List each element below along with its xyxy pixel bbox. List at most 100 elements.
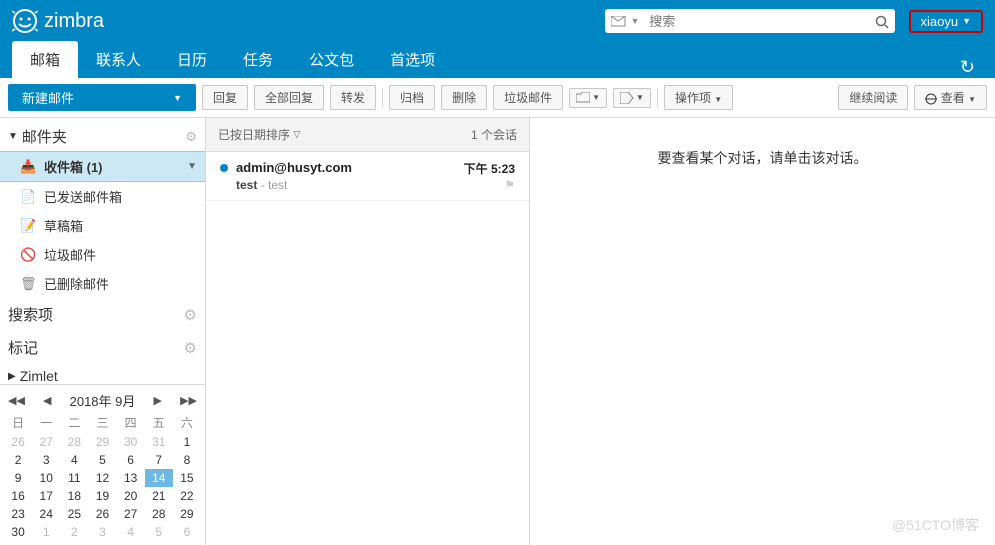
trash-icon: 🗑 [20, 276, 36, 292]
cal-day[interactable]: 27 [117, 505, 145, 523]
search-icon[interactable] [875, 13, 889, 29]
tag-button[interactable]: ▼ [613, 88, 651, 108]
spam-button[interactable]: 垃圾邮件 [493, 85, 563, 110]
cal-day[interactable]: 23 [4, 505, 32, 523]
cal-title: 2018年 9月 [70, 391, 136, 410]
cal-day[interactable]: 11 [60, 469, 88, 487]
cal-day[interactable]: 4 [117, 523, 145, 541]
cal-day[interactable]: 24 [32, 505, 60, 523]
tab-邮箱[interactable]: 邮箱 [12, 41, 78, 78]
gear-icon[interactable]: ⚙ [185, 129, 197, 145]
cal-day[interactable]: 30 [4, 523, 32, 541]
view-button[interactable]: 查看 ▼ [914, 85, 987, 110]
cal-day[interactable]: 4 [60, 451, 88, 469]
toolbar: 新建邮件 ▼ 回复 全部回复 转发 归档 删除 垃圾邮件 ▼ ▼ 操作项 ▼ 继… [0, 78, 995, 118]
sidebar-item-draft[interactable]: 📝草稿箱 [0, 211, 205, 240]
cal-day[interactable]: 2 [60, 523, 88, 541]
cal-day[interactable]: 28 [60, 433, 88, 451]
actions-button[interactable]: 操作项 ▼ [664, 85, 733, 110]
cal-day[interactable]: 5 [145, 523, 173, 541]
tab-任务[interactable]: 任务 [225, 41, 291, 78]
folder-move-button[interactable]: ▼ [569, 88, 607, 108]
sort-dir-icon: ▽ [293, 129, 300, 140]
cal-day[interactable]: 2 [4, 451, 32, 469]
cal-day[interactable]: 3 [88, 523, 116, 541]
watermark: @51CTO博客 [892, 515, 979, 535]
cal-day[interactable]: 7 [145, 451, 173, 469]
cal-day[interactable]: 6 [173, 523, 201, 541]
cal-day[interactable]: 8 [173, 451, 201, 469]
cal-day[interactable]: 30 [117, 433, 145, 451]
cal-day[interactable]: 18 [60, 487, 88, 505]
cal-day[interactable]: 22 [173, 487, 201, 505]
cal-day[interactable]: 12 [88, 469, 116, 487]
cal-day[interactable]: 15 [173, 469, 201, 487]
cal-prev-year[interactable]: ◀◀ [8, 394, 25, 407]
reply-button[interactable]: 回复 [202, 85, 248, 110]
cal-day[interactable]: 9 [4, 469, 32, 487]
tab-日历[interactable]: 日历 [159, 41, 225, 78]
cal-day[interactable]: 10 [32, 469, 60, 487]
cal-day[interactable]: 28 [145, 505, 173, 523]
delete-button[interactable]: 删除 [441, 85, 487, 110]
message-item[interactable]: admin@husyt.com下午 5:23test - test⚑ [206, 152, 529, 201]
logo: zimbra [12, 8, 104, 34]
continue-reading-button[interactable]: 继续阅读 [838, 85, 908, 110]
chevron-down-icon[interactable]: ▼ [631, 16, 640, 26]
sidebar-item-sent[interactable]: 📄已发送邮件箱 [0, 182, 205, 211]
cal-day[interactable]: 20 [117, 487, 145, 505]
gear-icon[interactable]: ⚙ [184, 306, 197, 324]
archive-button[interactable]: 归档 [389, 85, 435, 110]
sidebar-item-inbox[interactable]: 📥收件箱 (1)▼ [0, 151, 205, 182]
zimlet-section[interactable]: ▶ Zimlet [0, 364, 205, 384]
cal-day[interactable]: 17 [32, 487, 60, 505]
cal-next-year[interactable]: ▶▶ [180, 394, 197, 407]
cal-day[interactable]: 6 [117, 451, 145, 469]
sidebar-item-spam[interactable]: 🚫垃圾邮件 [0, 240, 205, 269]
chevron-down-icon[interactable]: ▼ [187, 161, 197, 172]
tag-section[interactable]: 标记 ⚙ [0, 331, 205, 364]
search-box[interactable]: ▼ [605, 9, 895, 33]
cal-day[interactable]: 1 [173, 433, 201, 451]
mini-calendar: ◀◀ ◀ 2018年 9月 ▶ ▶▶ 日一二三四五六26272829303112… [0, 384, 205, 545]
forward-button[interactable]: 转发 [330, 85, 376, 110]
cal-day[interactable]: 27 [32, 433, 60, 451]
flag-icon[interactable]: ⚑ [504, 178, 515, 192]
cal-day[interactable]: 14 [145, 469, 173, 487]
cal-day[interactable]: 13 [117, 469, 145, 487]
tab-公文包[interactable]: 公文包 [291, 41, 372, 78]
cal-day[interactable]: 26 [88, 505, 116, 523]
user-name: xiaoyu [921, 14, 959, 29]
folders-header[interactable]: ▼ 邮件夹 ⚙ [0, 122, 205, 151]
cal-day[interactable]: 21 [145, 487, 173, 505]
chevron-down-icon: ▼ [962, 16, 971, 26]
cal-day[interactable]: 5 [88, 451, 116, 469]
cal-day[interactable]: 16 [4, 487, 32, 505]
logo-icon [12, 8, 38, 34]
msg-from: admin@husyt.com [236, 160, 352, 175]
user-menu-button[interactable]: xiaoyu ▼ [909, 10, 984, 33]
cal-day[interactable]: 19 [88, 487, 116, 505]
cal-next-month[interactable]: ▶ [153, 394, 161, 407]
cal-day[interactable]: 26 [4, 433, 32, 451]
cal-day[interactable]: 1 [32, 523, 60, 541]
cal-day[interactable]: 29 [173, 505, 201, 523]
cal-prev-month[interactable]: ◀ [43, 394, 51, 407]
search-input[interactable] [643, 14, 874, 29]
draft-icon: 📝 [20, 218, 36, 234]
list-header[interactable]: 已按日期排序 ▽ 1 个会话 [206, 118, 529, 152]
nav-tabs: 邮箱联系人日历任务公文包首选项 ↻ [0, 42, 995, 78]
mail-scope-icon[interactable] [611, 14, 627, 29]
compose-button[interactable]: 新建邮件 ▼ [8, 84, 196, 111]
refresh-icon[interactable]: ↻ [960, 57, 975, 78]
sidebar-item-trash[interactable]: 🗑已删除邮件 [0, 269, 205, 298]
tab-联系人[interactable]: 联系人 [78, 41, 159, 78]
tab-首选项[interactable]: 首选项 [372, 41, 453, 78]
cal-day[interactable]: 31 [145, 433, 173, 451]
cal-day[interactable]: 3 [32, 451, 60, 469]
gear-icon[interactable]: ⚙ [184, 339, 197, 357]
cal-day[interactable]: 25 [60, 505, 88, 523]
cal-day[interactable]: 29 [88, 433, 116, 451]
reply-all-button[interactable]: 全部回复 [254, 85, 324, 110]
search-section[interactable]: 搜索项 ⚙ [0, 298, 205, 331]
